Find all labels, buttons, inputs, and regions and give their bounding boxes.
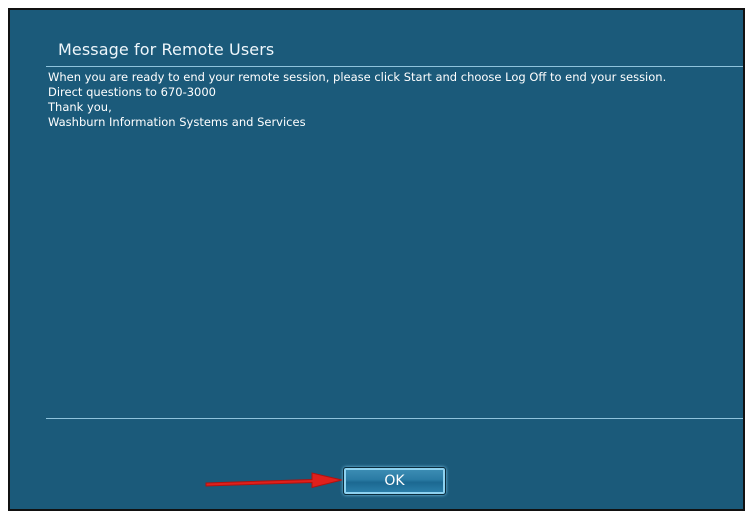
red-arrow-icon xyxy=(205,472,343,489)
remote-users-dialog: Message for Remote Users When you are re… xyxy=(8,8,745,511)
ok-button[interactable]: OK xyxy=(343,467,446,495)
title-divider xyxy=(46,66,743,67)
message-line-thanks: Thank you, xyxy=(48,100,112,114)
message-line-signature: Washburn Information Systems and Service… xyxy=(48,115,306,129)
message-line-contact: Direct questions to 670-3000 xyxy=(48,85,216,99)
dialog-message: When you are ready to end your remote se… xyxy=(48,70,738,130)
footer-divider xyxy=(46,418,743,419)
message-line-instructions: When you are ready to end your remote se… xyxy=(48,70,667,84)
dialog-title: Message for Remote Users xyxy=(58,40,275,59)
